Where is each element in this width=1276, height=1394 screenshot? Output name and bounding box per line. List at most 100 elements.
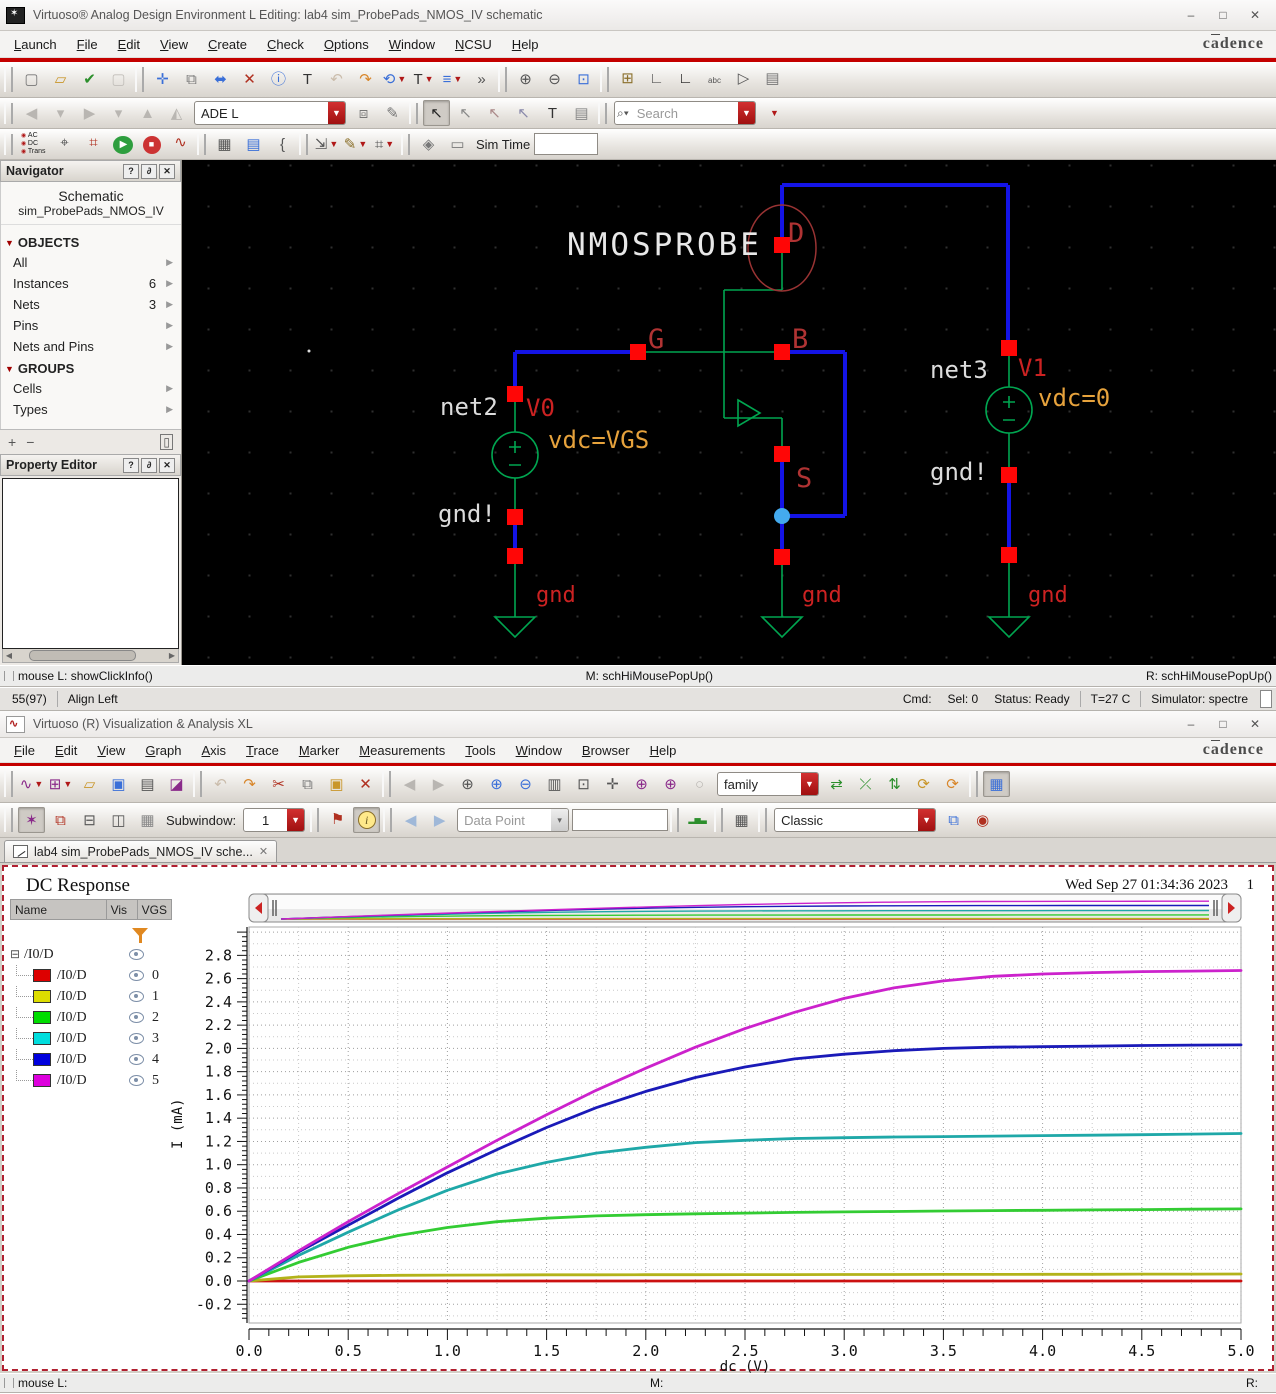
visibility-eye-icon[interactable] xyxy=(129,1033,144,1044)
schematic-label[interactable]: S xyxy=(796,463,812,494)
schematic-label[interactable]: net2 xyxy=(440,393,498,421)
visibility-eye-icon[interactable] xyxy=(129,991,144,1002)
subwindow-combo[interactable]: 1▼ xyxy=(243,808,305,832)
redo-button[interactable]: ↷ xyxy=(236,771,263,797)
expressions-button[interactable]: { xyxy=(269,131,296,157)
open-folder-button[interactable]: ▱ xyxy=(47,67,74,93)
graph-tab[interactable]: lab4 sim_ProbePads_NMOS_IV sche... ✕ xyxy=(4,840,277,862)
legend-trace-row[interactable]: /I0/D5 xyxy=(10,1070,172,1091)
flipxy-button[interactable]: ⇅ xyxy=(881,771,908,797)
menu-launch[interactable]: Launch xyxy=(4,35,67,54)
back-dd-button[interactable]: ▾ xyxy=(47,100,74,126)
pan-button[interactable]: ✛ xyxy=(599,771,626,797)
netlist-run-button[interactable]: ⇲▼ xyxy=(313,131,340,157)
menu-tools[interactable]: Tools xyxy=(455,741,505,760)
select-probe-button[interactable]: ↖ xyxy=(510,100,537,126)
style-combo[interactable]: Classic▼ xyxy=(774,808,936,832)
expand-arrow-icon[interactable]: ▶ xyxy=(166,320,173,331)
schematic-label[interactable]: gnd! xyxy=(438,500,496,528)
schematic-label[interactable]: gnd! xyxy=(930,458,988,486)
schematic-canvas[interactable]: NMOSPROBEDGBSnet2V0vdc=VGSgnd!net3V1vdc=… xyxy=(182,160,1276,665)
properties-button[interactable]: ⓘ xyxy=(265,67,292,93)
save-disabled-button[interactable]: ▢ xyxy=(105,67,132,93)
top-button[interactable]: ◭ xyxy=(163,100,190,126)
pins-red[interactable] xyxy=(507,237,1017,565)
expand-arrow-icon[interactable]: ▶ xyxy=(166,383,173,394)
navigator-close-button[interactable]: ✕ xyxy=(159,164,175,179)
hist-button[interactable]: ▂▅▃ xyxy=(684,807,711,833)
save2-button[interactable]: ▣ xyxy=(105,771,132,797)
menu-file[interactable]: File xyxy=(67,35,108,54)
expand-arrow-icon[interactable]: ▶ xyxy=(166,404,173,415)
results-button[interactable]: ▤ xyxy=(240,131,267,157)
visibility-eye-icon[interactable] xyxy=(129,970,144,981)
add-instance-button[interactable]: ⊞ xyxy=(614,65,641,91)
text-up-button[interactable]: T▼ xyxy=(410,67,437,93)
schematic-label[interactable]: NMOSPROBE xyxy=(567,227,762,263)
annotations-button[interactable]: ▭ xyxy=(444,131,471,157)
select-net-button[interactable]: ↖ xyxy=(481,100,508,126)
refresh-add-button[interactable]: ⟳ xyxy=(910,771,937,797)
property-float-button[interactable]: ∂ xyxy=(141,458,157,473)
schematic-label[interactable]: vdc=VGS xyxy=(548,426,649,454)
menu-axis[interactable]: Axis xyxy=(191,741,236,760)
add-gate-button[interactable]: ▷ xyxy=(730,65,757,91)
schematic-label[interactable]: D xyxy=(788,218,804,249)
menu-create[interactable]: Create xyxy=(198,35,257,54)
search-options-button[interactable]: ▼ xyxy=(760,100,787,126)
select-text-button[interactable]: T xyxy=(539,100,566,126)
legend-group-row[interactable]: ⊟/I0/D xyxy=(10,944,172,965)
menu-edit[interactable]: Edit xyxy=(108,35,150,54)
expand-arrow-icon[interactable]: ▶ xyxy=(166,257,173,268)
add-wire-wide-button[interactable]: ∟ xyxy=(672,65,699,91)
menu-view[interactable]: View xyxy=(87,741,135,760)
prev-button[interactable]: ◀ xyxy=(396,771,423,797)
navigator-float-button[interactable]: ∂ xyxy=(141,164,157,179)
add-wire-label-button[interactable]: abc xyxy=(701,68,728,94)
menu-graph[interactable]: Graph xyxy=(135,741,191,760)
point-mode-combo[interactable]: Data Point▾ xyxy=(457,808,569,832)
add-wire-button[interactable]: ∟ xyxy=(643,65,670,91)
menu-check[interactable]: Check xyxy=(257,35,314,54)
run-button[interactable]: ▶ xyxy=(109,132,136,158)
property-editor-content[interactable] xyxy=(2,478,179,649)
navigator-item-cells[interactable]: Cells▶ xyxy=(1,378,181,399)
filter-funnel-icon[interactable] xyxy=(132,928,148,937)
legend-trace-row[interactable]: /I0/D0 xyxy=(10,965,172,986)
calculator-button[interactable]: ▦ xyxy=(211,131,238,157)
tree-collapse-icon[interactable]: ⊟ xyxy=(10,947,24,962)
descend-button[interactable]: ⧈ xyxy=(350,100,377,126)
strategy-button[interactable]: ⧉ xyxy=(47,807,74,833)
legend-trace-row[interactable]: /I0/D4 xyxy=(10,1049,172,1070)
check-run-button[interactable]: ⌗▼ xyxy=(371,131,398,157)
visibility-eye-icon[interactable] xyxy=(129,949,144,960)
minimize-button[interactable]: – xyxy=(1176,5,1206,25)
zoom-in-button[interactable]: ⊕ xyxy=(512,67,539,93)
menu-measurements[interactable]: Measurements xyxy=(349,741,455,760)
navigator-item-all[interactable]: All▶ xyxy=(1,252,181,273)
save-state-button[interactable]: ⧉ xyxy=(940,807,967,833)
forward-dd-button[interactable]: ▾ xyxy=(105,100,132,126)
new-file-button[interactable]: ▢ xyxy=(18,67,45,93)
vsplit-button[interactable]: ◫ xyxy=(105,807,132,833)
maximize-button[interactable]: □ xyxy=(1208,5,1238,25)
cut-button[interactable]: ✂ xyxy=(265,771,292,797)
solder-dot[interactable] xyxy=(774,508,790,524)
schematic-label[interactable]: V1 xyxy=(1018,354,1047,382)
property-editor-header[interactable]: Property Editor ? ∂ ✕ xyxy=(0,454,181,476)
schematic-label[interactable]: net3 xyxy=(930,356,988,384)
open-folder-button[interactable]: ▱ xyxy=(76,771,103,797)
delete-button[interactable]: ✕ xyxy=(352,771,379,797)
zoom-box-button[interactable]: ⊡ xyxy=(570,771,597,797)
navigator-item-nets-and-pins[interactable]: Nets and Pins▶ xyxy=(1,336,181,357)
maximize-button[interactable]: □ xyxy=(1208,714,1238,734)
calc2-button[interactable]: ▦ xyxy=(728,807,755,833)
snapshot-button[interactable]: ◪ xyxy=(163,771,190,797)
next-button[interactable]: ▶ xyxy=(425,771,452,797)
edit-in-place-button[interactable]: ✎ xyxy=(379,100,406,126)
analysis-chooser[interactable]: AC DC Trans xyxy=(18,130,49,158)
back-button[interactable]: ◀ xyxy=(18,100,45,126)
mini-scrollbar[interactable] xyxy=(1260,690,1272,708)
schematic-label[interactable]: vdc=0 xyxy=(1038,384,1110,412)
legend-column-vis[interactable]: Vis xyxy=(107,900,138,919)
